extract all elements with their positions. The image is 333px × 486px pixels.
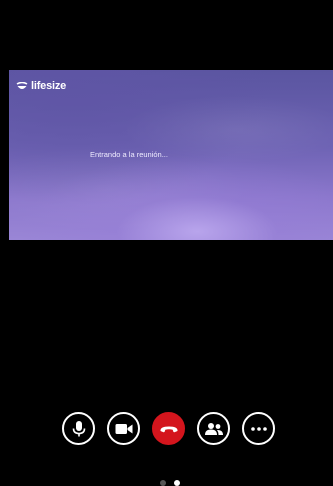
call-screen: lifesize Entrando a la reunión... xyxy=(0,0,333,486)
phone-hangup-icon xyxy=(159,426,178,432)
page-indicator xyxy=(160,480,180,486)
camera-button[interactable] xyxy=(107,412,140,445)
call-controls xyxy=(62,412,275,445)
joining-status-text: Entrando a la reunión... xyxy=(90,150,168,159)
participants-button[interactable] xyxy=(197,412,230,445)
more-icon xyxy=(250,426,267,431)
logo-text: lifesize xyxy=(31,80,67,92)
microphone-icon xyxy=(72,420,85,436)
people-icon xyxy=(204,422,223,435)
page-dot xyxy=(160,480,166,486)
lifesize-logo: lifesize xyxy=(16,80,66,92)
microphone-button[interactable] xyxy=(62,412,95,445)
video-preview xyxy=(9,70,333,240)
lifesize-logo-icon xyxy=(16,81,28,89)
page-dot-active xyxy=(174,480,180,486)
video-camera-icon xyxy=(115,423,132,434)
end-call-button[interactable] xyxy=(152,412,185,445)
more-options-button[interactable] xyxy=(242,412,275,445)
